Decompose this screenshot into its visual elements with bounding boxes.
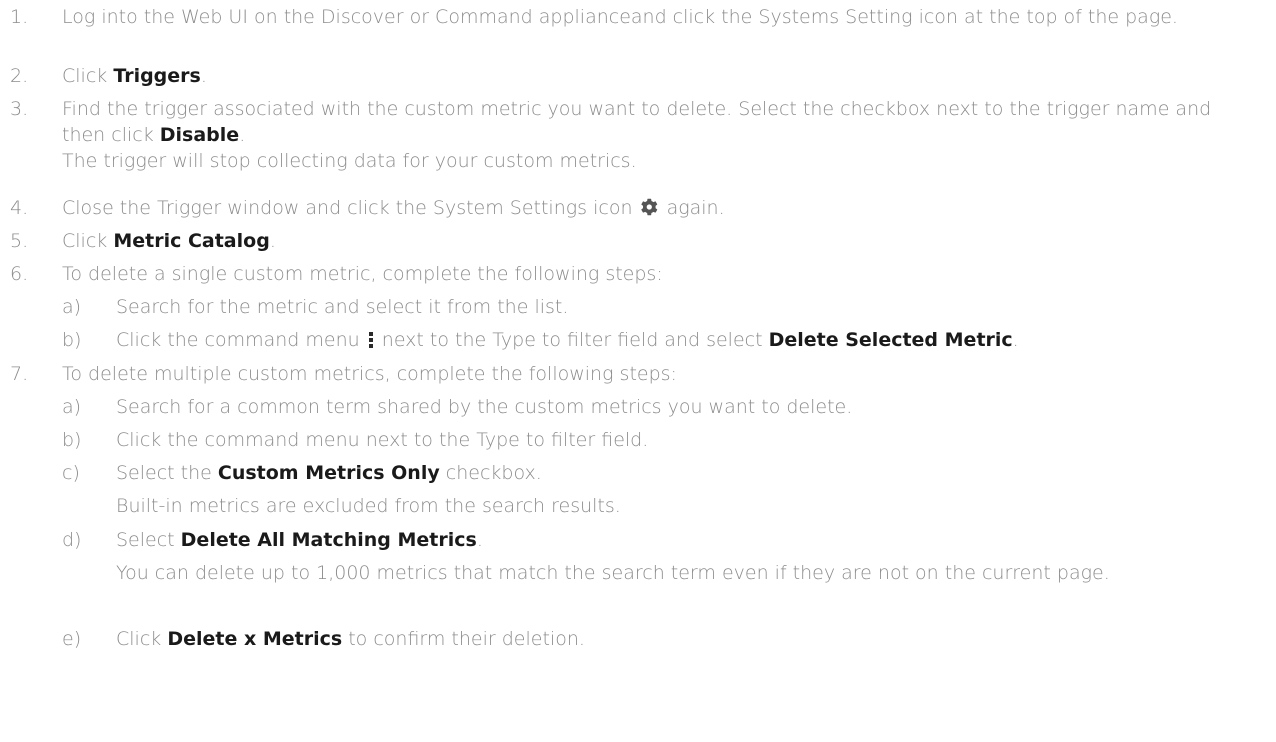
step-number: 4. [10, 197, 29, 219]
substep-text: Click the command menu next to the Type … [116, 429, 649, 451]
ui-term-metric-catalog: Metric Catalog [113, 230, 270, 252]
substep-letter: e) [62, 628, 82, 650]
step-text: Click Triggers. [62, 65, 207, 87]
step-number: 2. [10, 65, 29, 87]
substep-letter: a) [62, 396, 82, 418]
ui-term-custom-metrics-only: Custom Metrics Only [217, 462, 440, 484]
step-text: To delete multiple custom metrics, compl… [62, 363, 677, 385]
substep-text: Click the command menu next to the Type … [116, 329, 1019, 351]
step-text: Close the Trigger window and click the S… [62, 197, 725, 219]
substep-letter: b) [62, 429, 82, 451]
substep-letter: b) [62, 329, 82, 351]
substep-text: Search for the metric and select it from… [116, 296, 569, 318]
step-text: To delete a single custom metric, comple… [62, 263, 663, 285]
step-text: Find the trigger associated with the cus… [62, 96, 1258, 174]
ui-term-delete-x-metrics: Delete x Metrics [167, 628, 343, 650]
substep-result: You can delete up to 1,000 metrics that … [116, 562, 1110, 584]
step-number: 1. [10, 6, 29, 28]
substep-result: Built-in metrics are excluded from the s… [116, 495, 621, 517]
ui-term-delete-all-matching-metrics: Delete All Matching Metrics [180, 529, 477, 551]
step-result: The trigger will stop collecting data fo… [62, 150, 637, 172]
ui-term-delete-selected-metric: Delete Selected Metric [768, 329, 1013, 351]
substep-text: Search for a common term shared by the c… [116, 396, 853, 418]
step-text: Click Metric Catalog. [62, 230, 276, 252]
step-number: 3. [10, 98, 29, 120]
step-number: 6. [10, 263, 29, 285]
procedure-document: 1. Log into the Web UI on the Discover o… [0, 0, 1276, 742]
substep-text: Click Delete x Metrics to confirm their … [116, 628, 585, 650]
step-number: 5. [10, 230, 29, 252]
substep-text: Select the Custom Metrics Only checkbox. [116, 462, 542, 484]
step-number: 7. [10, 363, 29, 385]
ui-term-triggers: Triggers [113, 65, 201, 87]
substep-letter: c) [62, 462, 80, 484]
step-text: Log into the Web UI on the Discover or C… [62, 6, 1178, 28]
substep-letter: d) [62, 529, 82, 551]
substep-letter: a) [62, 296, 82, 318]
substep-text: Select Delete All Matching Metrics. [116, 529, 483, 551]
ui-term-disable: Disable [159, 124, 240, 146]
kebab-menu-icon [368, 332, 373, 348]
gear-icon [640, 198, 657, 216]
